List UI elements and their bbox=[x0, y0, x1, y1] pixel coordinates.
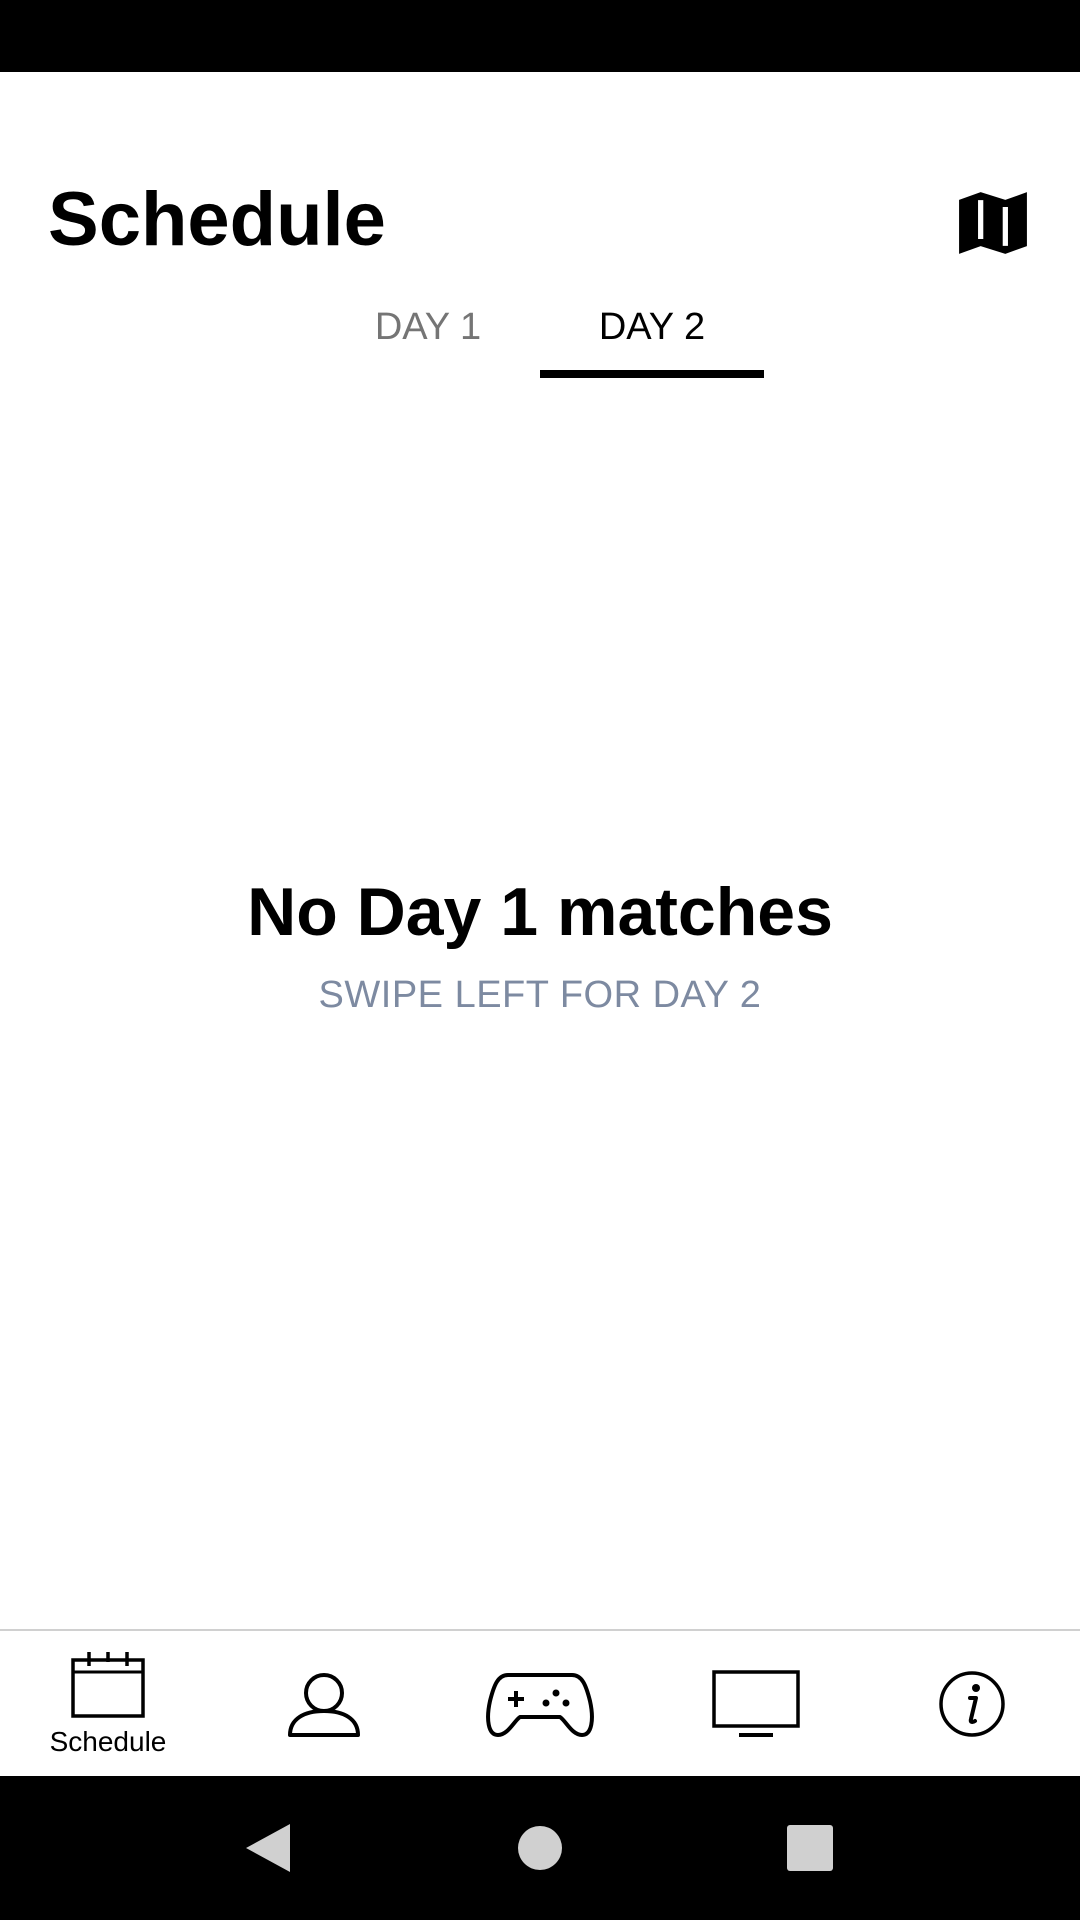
nav-item-schedule-label: Schedule bbox=[49, 1725, 167, 1757]
tab-day-1-label: DAY 1 bbox=[374, 306, 482, 348]
app-header: Schedule DAY 1 DAY 2 bbox=[0, 72, 1080, 392]
nav-item-info[interactable] bbox=[864, 1631, 1080, 1776]
nav-item-profile[interactable] bbox=[216, 1631, 432, 1776]
home-icon[interactable] bbox=[512, 1820, 568, 1876]
empty-state-title: No Day 1 matches bbox=[247, 874, 833, 950]
info-icon bbox=[939, 1670, 1005, 1737]
nav-item-schedule[interactable]: Schedule bbox=[0, 1631, 216, 1776]
recents-icon[interactable] bbox=[782, 1820, 838, 1876]
tab-day-2[interactable]: DAY 2 bbox=[540, 304, 764, 378]
bottom-navigation: Schedule bbox=[0, 1629, 1080, 1776]
nav-item-watch[interactable] bbox=[648, 1631, 864, 1776]
tab-selected-indicator bbox=[540, 370, 764, 378]
schedule-screen: Schedule DAY 1 DAY 2 No Day 1 matches SW… bbox=[0, 0, 1080, 1920]
system-navigation-bar bbox=[0, 1776, 1080, 1920]
gamepad-icon bbox=[486, 1672, 594, 1737]
page-title: Schedule bbox=[48, 177, 386, 262]
monitor-icon bbox=[712, 1669, 800, 1737]
empty-state: No Day 1 matches SWIPE LEFT FOR DAY 2 bbox=[0, 870, 1080, 1018]
status-bar bbox=[0, 0, 1080, 72]
tab-day-2-label: DAY 2 bbox=[598, 306, 706, 348]
map-icon bbox=[959, 192, 1027, 254]
map-button[interactable] bbox=[952, 182, 1034, 264]
nav-item-games[interactable] bbox=[432, 1631, 648, 1776]
back-icon[interactable] bbox=[240, 1820, 296, 1876]
person-icon bbox=[288, 1672, 360, 1737]
calendar-icon bbox=[71, 1651, 145, 1718]
empty-state-subtitle: SWIPE LEFT FOR DAY 2 bbox=[318, 974, 762, 1016]
tab-day-1[interactable]: DAY 1 bbox=[330, 304, 526, 378]
